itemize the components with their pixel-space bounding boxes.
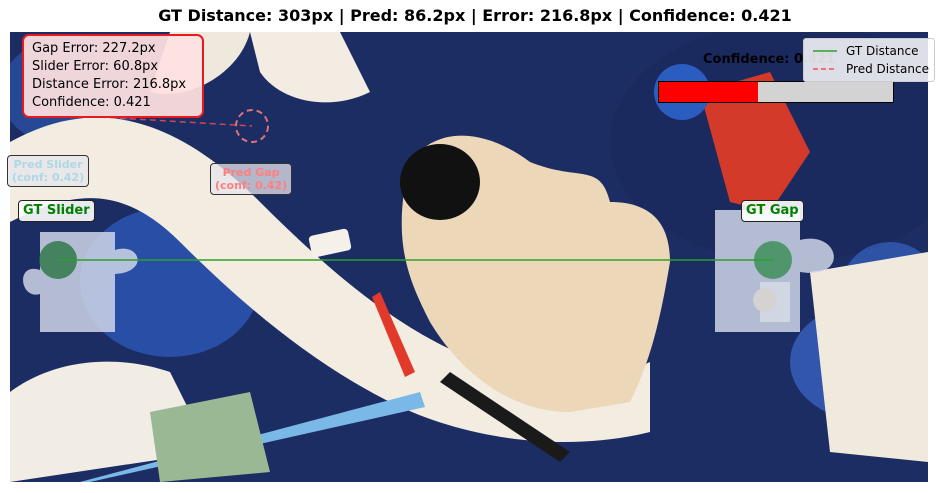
gt-gap-label: GT Gap [741, 200, 804, 222]
gt-slider-label: GT Slider [18, 200, 95, 222]
legend-item-gt: GT Distance [812, 42, 919, 60]
distance-error-text: Distance Error: 216.8px [32, 77, 187, 92]
gap-error-text: Gap Error: 227.2px [32, 41, 156, 56]
confidence-bar-fill [659, 82, 758, 102]
pred-slider-label: Pred Slider (conf: 0.42) [7, 155, 90, 187]
legend: GT Distance Pred Distance [803, 38, 935, 82]
metrics-box: Gap Error: 227.2px Slider Error: 60.8px … [22, 34, 204, 118]
chart-title: GT Distance: 303px | Pred: 86.2px | Erro… [158, 6, 792, 25]
legend-item-pred: Pred Distance [812, 60, 929, 78]
pred-slider-label-line2: (conf: 0.42) [12, 171, 85, 184]
legend-label-pred: Pred Distance [846, 62, 929, 76]
legend-label-gt: GT Distance [846, 44, 919, 58]
legend-line-pred-icon [813, 68, 837, 70]
slider-error-text: Slider Error: 60.8px [32, 59, 159, 74]
pred-gap-label-line1: Pred Gap [222, 166, 280, 179]
legend-line-gt-icon [813, 50, 837, 52]
confidence-bar [658, 81, 894, 103]
pred-gap-label-line2: (conf: 0.42) [215, 179, 288, 192]
pred-gap-label: Pred Gap (conf: 0.42) [210, 163, 293, 195]
confidence-text: Confidence: 0.421 [32, 95, 151, 110]
pred-slider-label-line1: Pred Slider [13, 158, 83, 171]
